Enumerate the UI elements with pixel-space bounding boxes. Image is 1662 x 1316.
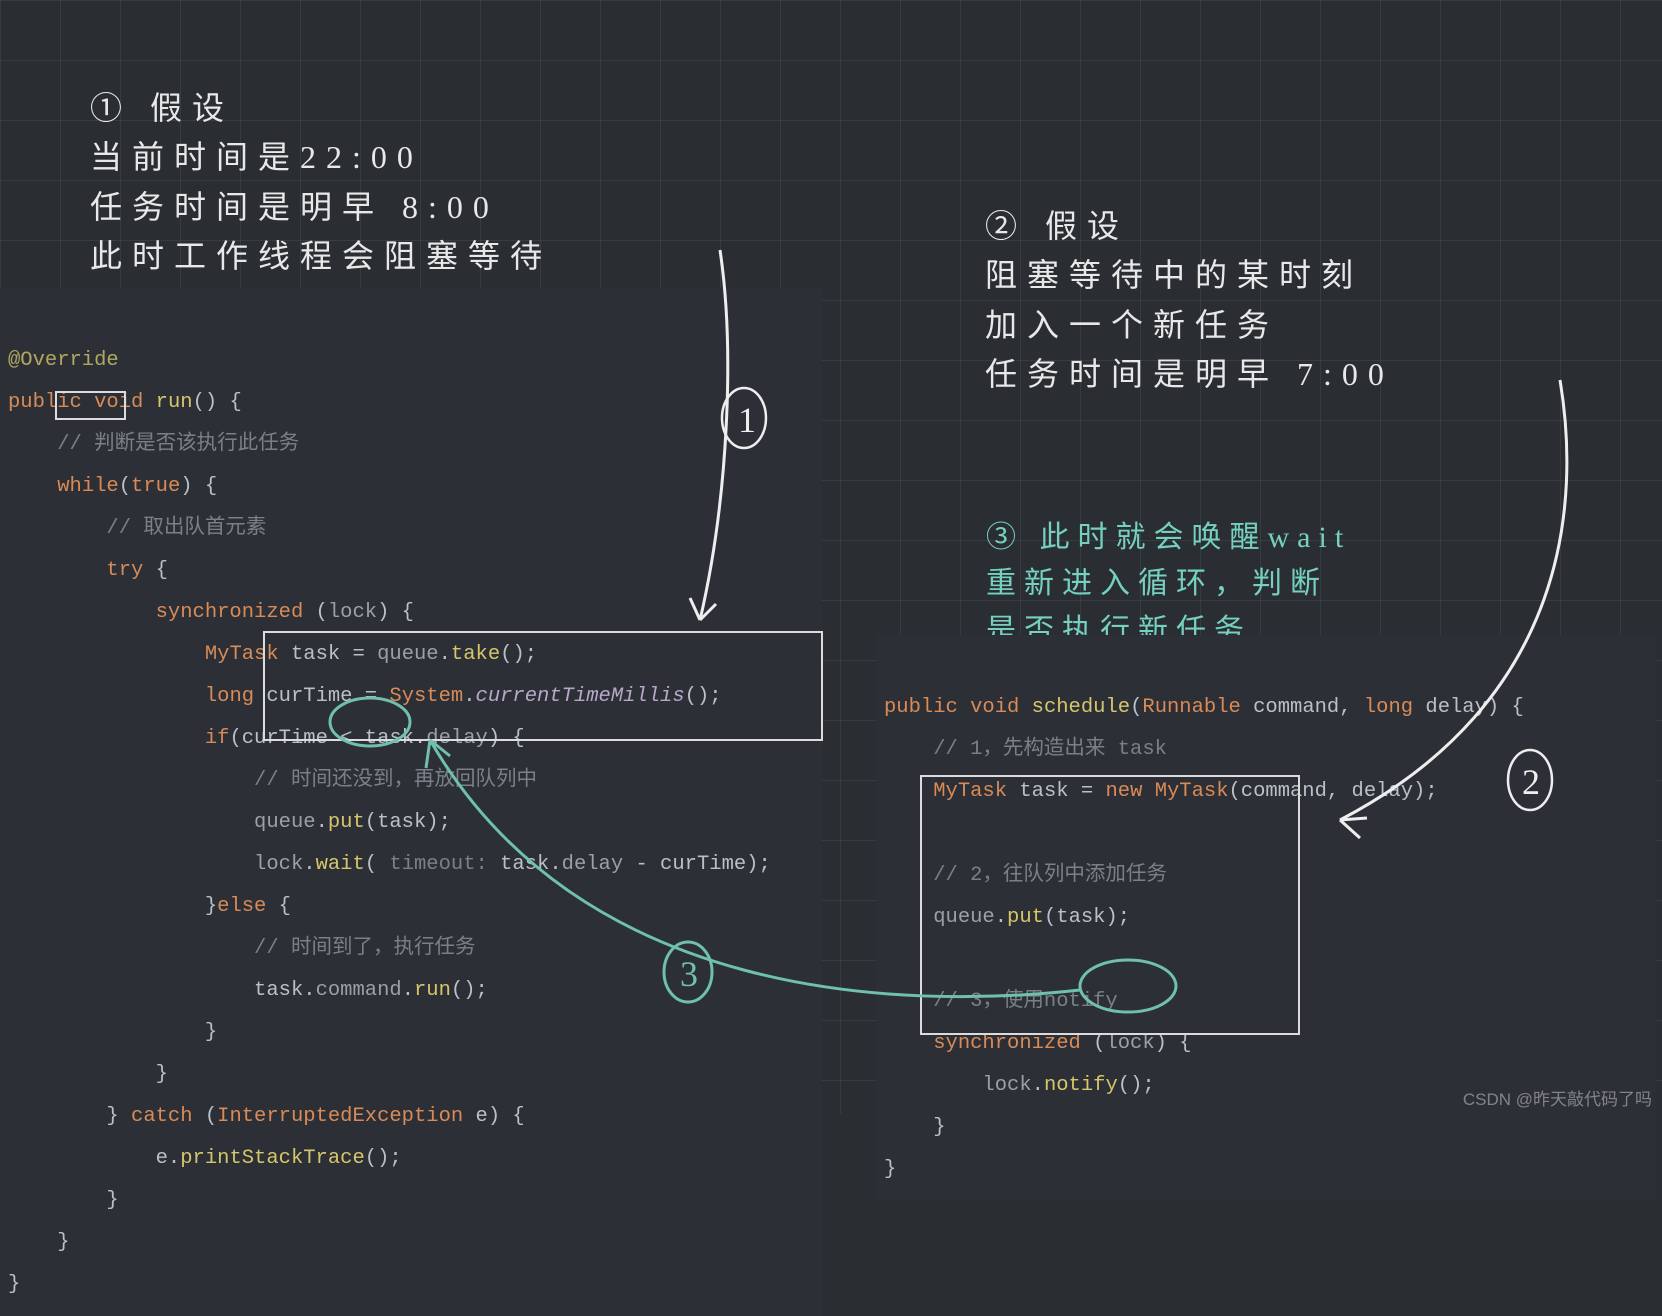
type-ie: InterruptedException — [217, 1105, 463, 1128]
kw-void2: void — [970, 696, 1019, 719]
kw-sync: synchronized — [156, 601, 304, 624]
id-task: task — [291, 643, 340, 666]
fld-delay2: delay — [562, 853, 624, 876]
hw2-l3: 任务时间是明早 7:00 — [985, 356, 1394, 392]
kw-else: else — [217, 895, 266, 918]
watermark: CSDN @昨天敲代码了吗 — [1463, 1085, 1652, 1110]
comment2-2: // 2，往队列中添加任务 — [933, 864, 1167, 887]
comment-2: // 取出队首元素 — [106, 517, 266, 540]
id-lock3: lock — [1105, 1032, 1154, 1055]
id-queue3: queue — [933, 906, 995, 929]
hw1-l1: 当前时间是22:00 — [90, 139, 423, 175]
comment2-1: // 1，先构造出来 task — [933, 738, 1167, 761]
comment-3: // 时间还没到，再放回队列中 — [254, 769, 537, 792]
id-lock2: lock — [254, 853, 303, 876]
kw-long: long — [205, 685, 254, 708]
id-task2: task — [1019, 780, 1068, 803]
id-curtime: curTime — [266, 685, 352, 708]
id-queue: queue — [377, 643, 439, 666]
fn-schedule: schedule — [1032, 696, 1130, 719]
id-task3: task — [1056, 906, 1105, 929]
fn-run: run — [156, 391, 193, 414]
fn-wait: wait — [316, 853, 365, 876]
id-e: e — [476, 1105, 488, 1128]
fn-take: take — [451, 643, 500, 666]
hw2-l0: ② 假设 — [985, 208, 1129, 244]
type-runnable: Runnable — [1142, 696, 1240, 719]
handwritten-note-2: ② 假设 阻塞等待中的某时刻 加入一个新任务 任务时间是明早 7:00 — [985, 152, 1394, 400]
id-lock4: lock — [982, 1074, 1031, 1097]
type-mytask3: MyTask — [1155, 780, 1229, 803]
id-delay: delay — [1425, 696, 1487, 719]
id-command: command — [1253, 696, 1339, 719]
kw-try: try — [106, 559, 143, 582]
fn-ctm: currentTimeMillis — [476, 685, 685, 708]
hw1-l0: ① 假设 — [90, 90, 234, 126]
annotation-override: @Override — [8, 349, 119, 372]
type-mytask2: MyTask — [933, 780, 1007, 803]
fn-put: put — [328, 811, 365, 834]
comment2-3: // 3，使用notify — [933, 990, 1118, 1013]
kw-true: true — [131, 475, 180, 498]
hw2-l1: 阻塞等待中的某时刻 — [985, 257, 1363, 293]
comment-1: // 判断是否该执行此任务 — [57, 433, 299, 456]
kw-catch: catch — [131, 1105, 193, 1128]
type-system: System — [389, 685, 463, 708]
handwritten-note-3: ③ 此时就会唤醒wait 重新进入循环，判断 是否执行新任务 — [986, 468, 1351, 654]
fn-put2: put — [1007, 906, 1044, 929]
hw2-l2: 加入一个新任务 — [985, 307, 1279, 343]
fld-delay: delay — [426, 727, 488, 750]
type-mytask: MyTask — [205, 643, 279, 666]
kw-public2: public — [884, 696, 958, 719]
handwritten-note-1: ① 假设 当前时间是22:00 任务时间是明早 8:00 此时工作线程会阻塞等待 — [90, 34, 552, 282]
kw-public: public — [8, 391, 82, 414]
code-block-schedule: public void schedule(Runnable command, l… — [876, 635, 1656, 1201]
kw-new: new — [1105, 780, 1142, 803]
fn-run2: run — [414, 979, 451, 1002]
id-queue2: queue — [254, 811, 316, 834]
fld-command: command — [316, 979, 402, 1002]
kw-while: while — [57, 475, 119, 498]
kw-void: void — [94, 391, 143, 414]
code-block-run: @Override public void run() { // 判断是否该执行… — [0, 288, 822, 1316]
kw-sync2: synchronized — [933, 1032, 1081, 1055]
hint-timeout: timeout: — [389, 853, 487, 876]
hw1-l3: 此时工作线程会阻塞等待 — [90, 238, 552, 274]
kw-long2: long — [1364, 696, 1413, 719]
hw3-l1: 重新进入循环，判断 — [986, 567, 1328, 600]
fn-notify: notify — [1044, 1074, 1118, 1097]
fn-pst: printStackTrace — [180, 1147, 365, 1170]
comment-4: // 时间到了，执行任务 — [254, 937, 475, 960]
kw-if: if — [205, 727, 230, 750]
id-lock: lock — [328, 601, 377, 624]
hw3-l0: ③ 此时就会唤醒wait — [986, 521, 1351, 554]
hw1-l2: 任务时间是明早 8:00 — [90, 189, 499, 225]
